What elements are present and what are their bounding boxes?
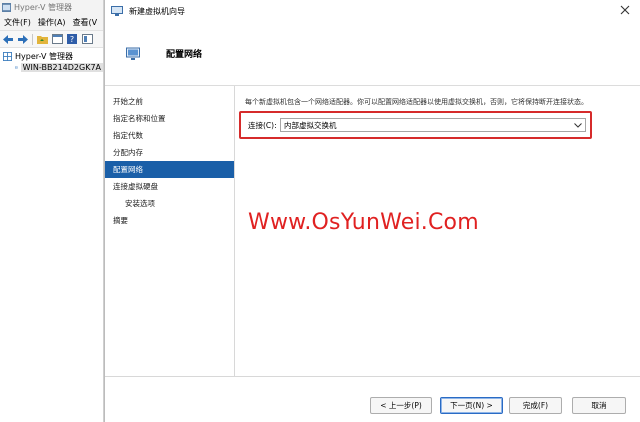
menu-action[interactable]: 操作(A): [38, 17, 66, 28]
finish-button[interactable]: 完成(F): [509, 397, 562, 414]
console-view-icon[interactable]: [51, 33, 63, 45]
network-monitor-icon: [126, 47, 140, 60]
tree-root-hyperv[interactable]: Hyper-V 管理器: [0, 51, 103, 62]
step-generation[interactable]: 指定代数: [105, 127, 234, 144]
manager-toolbar: ?: [0, 31, 103, 48]
wizard-title-bar: 新建虚拟机向导: [105, 0, 640, 22]
folder-up-icon[interactable]: [36, 33, 48, 45]
tree-server-label: WIN-BB214D2GK7A: [20, 63, 103, 72]
network-description: 每个新虚拟机包含一个网络适配器。你可以配置网络适配器以使用虚拟交换机，否则，它将…: [245, 98, 588, 106]
manager-title-bar: Hyper-V 管理器: [0, 0, 103, 15]
next-button[interactable]: 下一页(N) >: [440, 397, 503, 414]
site-watermark: Www.OsYunWei.Com: [248, 210, 479, 235]
menu-view[interactable]: 查看(V: [73, 17, 98, 28]
step-before-you-begin[interactable]: 开始之前: [105, 93, 234, 110]
server-icon: [15, 66, 18, 69]
wizard-header: 配置网络: [105, 22, 640, 86]
back-arrow-icon[interactable]: [2, 33, 14, 45]
chevron-down-icon[interactable]: [571, 119, 585, 131]
close-icon[interactable]: [620, 5, 630, 15]
connection-label: 连接(C):: [248, 121, 277, 130]
step-install-options[interactable]: 安装选项: [105, 195, 234, 212]
tree-server-node[interactable]: WIN-BB214D2GK7A: [0, 62, 103, 73]
page-title: 配置网络: [166, 50, 203, 60]
manager-tree: Hyper-V 管理器 WIN-BB214D2GK7A: [0, 48, 103, 422]
connection-dropdown[interactable]: 内部虚拟交换机: [280, 118, 586, 132]
menu-file[interactable]: 文件(F): [4, 17, 31, 28]
connection-value: 内部虚拟交换机: [284, 120, 337, 130]
toolbar-separator: [32, 33, 33, 45]
hyperv-manager-icon: [3, 52, 12, 61]
svg-text:?: ?: [70, 35, 74, 44]
help-icon[interactable]: ?: [66, 33, 78, 45]
step-summary[interactable]: 摘要: [105, 212, 234, 229]
previous-button[interactable]: < 上一步(P): [370, 397, 432, 414]
step-memory[interactable]: 分配内存: [105, 144, 234, 161]
wizard-footer: < 上一步(P) 下一页(N) > 完成(F) 取消: [105, 376, 640, 422]
step-virtual-disk[interactable]: 连接虚拟硬盘: [105, 178, 234, 195]
step-name-location[interactable]: 指定名称和位置: [105, 110, 234, 127]
manager-title: Hyper-V 管理器: [14, 3, 72, 12]
hyperv-manager-window: Hyper-V 管理器 文件(F) 操作(A) 查看(V ? Hyper-V 管…: [0, 0, 104, 422]
manager-menu-bar: 文件(F) 操作(A) 查看(V: [0, 15, 103, 31]
monitor-icon: [111, 6, 123, 16]
wizard-steps-list: 开始之前 指定名称和位置 指定代数 分配内存 配置网络 连接虚拟硬盘 安装选项 …: [105, 86, 234, 376]
connection-highlight-box: 连接(C): 内部虚拟交换机: [239, 111, 592, 139]
step-networking[interactable]: 配置网络: [105, 161, 234, 178]
forward-arrow-icon[interactable]: [17, 33, 29, 45]
cancel-button[interactable]: 取消: [572, 397, 626, 414]
tree-root-label: Hyper-V 管理器: [15, 52, 73, 61]
properties-icon[interactable]: [81, 33, 93, 45]
wizard-title: 新建虚拟机向导: [129, 6, 185, 16]
hyperv-app-icon: [2, 3, 11, 12]
